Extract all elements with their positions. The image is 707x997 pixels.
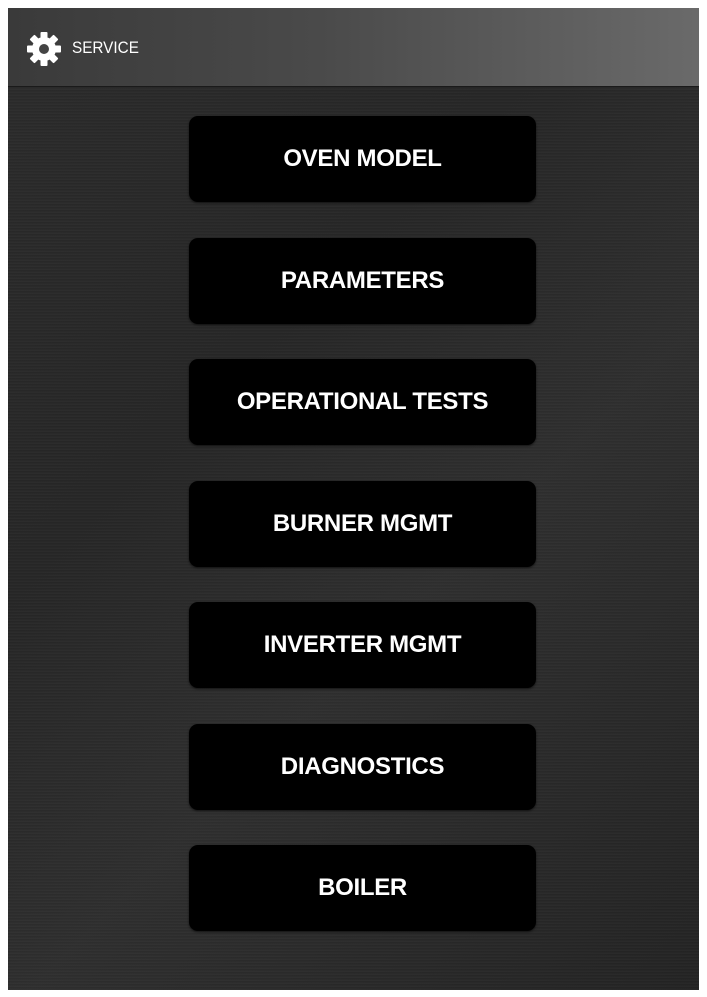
service-menu: OVEN MODEL PARAMETERS OPERATIONAL TESTS … bbox=[189, 116, 536, 967]
operational-tests-button[interactable]: OPERATIONAL TESTS bbox=[189, 359, 536, 445]
inverter-mgmt-button[interactable]: INVERTER MGMT bbox=[189, 602, 536, 688]
boiler-button[interactable]: BOILER bbox=[189, 845, 536, 931]
header-bar: SERVICE bbox=[8, 8, 699, 87]
burner-mgmt-button[interactable]: BURNER MGMT bbox=[189, 480, 536, 567]
page-title: SERVICE bbox=[72, 38, 139, 57]
oven-model-button[interactable]: OVEN MODEL bbox=[189, 116, 536, 202]
gear-icon bbox=[26, 31, 62, 67]
diagnostics-button[interactable]: DIAGNOSTICS bbox=[189, 723, 536, 810]
service-screen: SERVICE OVEN MODEL PARAMETERS OPERATIONA… bbox=[8, 8, 699, 990]
parameters-button[interactable]: PARAMETERS bbox=[189, 237, 536, 324]
